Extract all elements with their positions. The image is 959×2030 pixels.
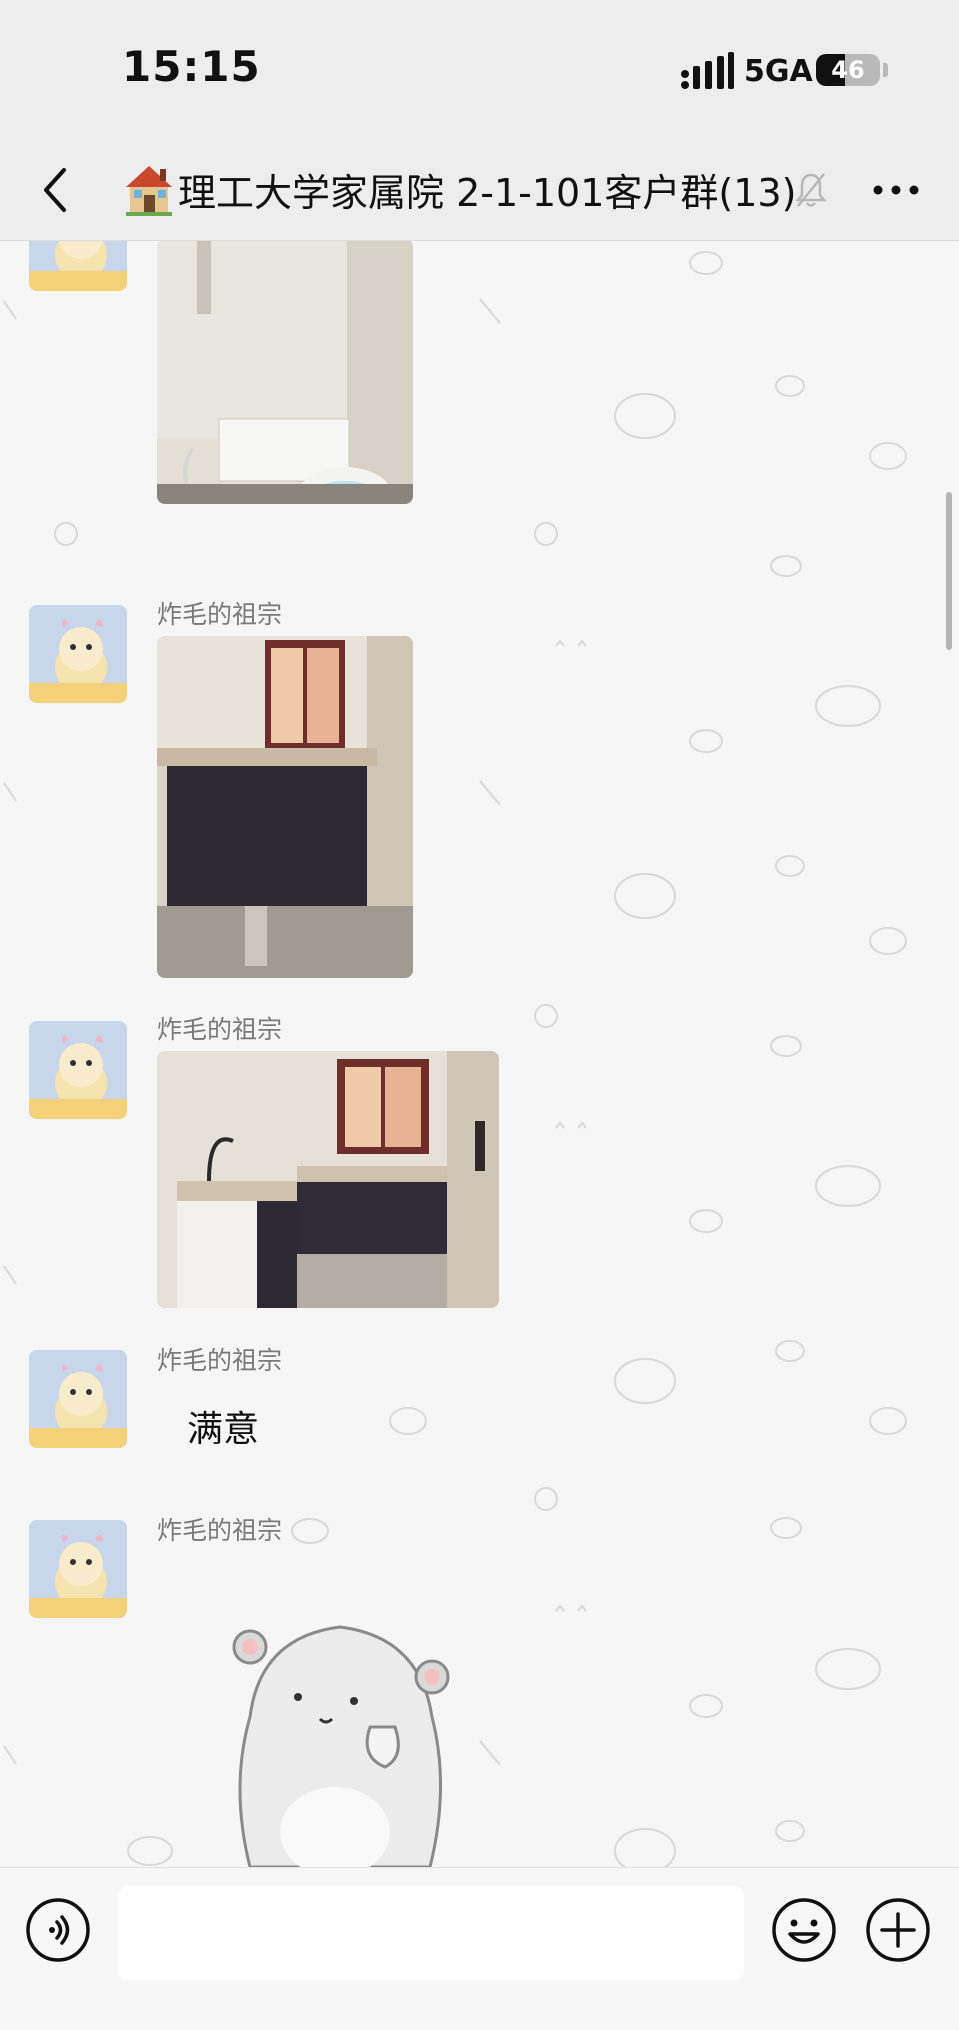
avatar[interactable] (29, 605, 127, 703)
bell-slash-icon (795, 173, 827, 207)
hamster-sticker[interactable] (210, 1597, 470, 1867)
chevron-left-icon[interactable] (36, 162, 72, 218)
emoji-icon[interactable] (770, 1896, 838, 1964)
message-input[interactable] (118, 1886, 744, 1980)
message-image[interactable] (157, 241, 413, 504)
chat-header: 理工大学家属院 2-1-101客户群(13) (0, 140, 959, 241)
avatar-image (29, 1520, 127, 1618)
house-icon (126, 166, 172, 216)
battery-indicator: 46 (816, 54, 880, 86)
message-list[interactable]: 炸毛的祖宗 炸毛的祖宗 炸毛的祖宗 满意 炸毛的祖宗 (0, 241, 959, 1867)
network-label: 5GA (744, 54, 813, 89)
avatar[interactable] (29, 1021, 127, 1119)
avatar-image (29, 605, 127, 703)
message-text[interactable]: 满意 (157, 1380, 289, 1472)
sender-name: 炸毛的祖宗 (157, 1516, 283, 1545)
avatar[interactable] (29, 1350, 127, 1448)
chat-title[interactable]: 理工大学家属院 2-1-101客户群(13) (178, 162, 796, 217)
status-time: 15:15 (122, 42, 261, 91)
avatar[interactable] (29, 241, 127, 291)
plus-circle-icon[interactable] (864, 1896, 932, 1964)
signal-icon (681, 52, 734, 89)
battery-level: 46 (831, 56, 865, 84)
voice-icon[interactable] (24, 1896, 92, 1964)
status-bar: 15:15 5GA 46 (0, 0, 959, 140)
avatar-image (29, 1350, 127, 1448)
scrollbar[interactable] (946, 492, 952, 650)
sender-name: 炸毛的祖宗 (157, 1015, 283, 1044)
sender-name: 炸毛的祖宗 (157, 1346, 283, 1375)
battery-tip (883, 63, 888, 77)
message-image[interactable] (157, 1051, 499, 1308)
avatar-image (29, 241, 127, 291)
more-dots-icon[interactable] (870, 164, 922, 216)
avatar[interactable] (29, 1520, 127, 1618)
sender-name: 炸毛的祖宗 (157, 600, 283, 629)
avatar-image (29, 1021, 127, 1119)
message-image[interactable] (157, 636, 413, 978)
input-bar (0, 1867, 959, 2030)
